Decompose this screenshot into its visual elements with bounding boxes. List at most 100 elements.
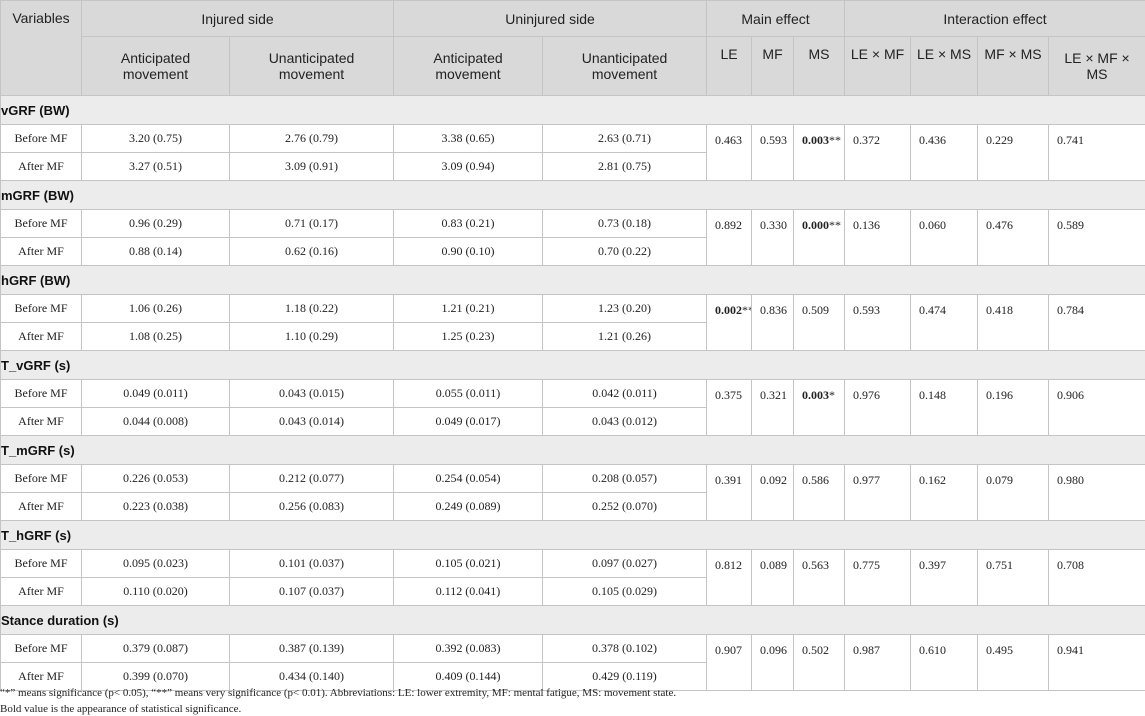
group-title: hGRF (BW) <box>0 265 1145 295</box>
header-injured-side: Injured side <box>80 0 395 37</box>
group-row: T_vGRF (s) <box>0 350 1145 380</box>
subheader-le-x-ms: LE × MS <box>910 36 979 96</box>
table-cell: 3.27 (0.51) <box>81 152 230 181</box>
main-effect-le: 0.463 <box>706 124 753 181</box>
table-cell: 0.223 (0.038) <box>81 492 230 521</box>
condition-label: After MF <box>0 407 82 436</box>
main-effect-ms: 0.509 <box>793 294 846 351</box>
interaction-le-x-mf: 0.987 <box>844 634 912 691</box>
interaction-le-x-mf-x-ms: 0.589 <box>1048 209 1145 266</box>
group-row: vGRF (BW) <box>0 95 1145 125</box>
condition-label: After MF <box>0 152 82 181</box>
condition-label: Before MF <box>0 549 82 578</box>
condition-label: After MF <box>0 237 82 266</box>
interaction-le-x-mf-x-ms: 0.708 <box>1048 549 1145 606</box>
table-cell: 3.09 (0.91) <box>228 152 395 181</box>
interaction-le-x-ms: 0.397 <box>910 549 979 606</box>
subheader-le-x-mf: LE × MF <box>844 36 912 96</box>
table-cell: 3.20 (0.75) <box>81 124 230 153</box>
table-cell: 0.249 (0.089) <box>393 492 544 521</box>
subheader-ms: MS <box>793 36 846 96</box>
condition-label: Before MF <box>0 294 82 323</box>
subheader-uninjured-anticipated: Anticipated movement <box>393 36 544 96</box>
main-effect-ms: 0.003* <box>793 379 846 436</box>
table-cell: 0.387 (0.139) <box>228 634 395 663</box>
main-effect-ms: 0.000** <box>793 209 846 266</box>
table-cell: 0.105 (0.021) <box>393 549 544 578</box>
condition-label: Before MF <box>0 124 82 153</box>
interaction-le-x-mf-x-ms: 0.980 <box>1048 464 1145 521</box>
group-row: T_hGRF (s) <box>0 520 1145 550</box>
significant-value: 0.003 <box>802 388 830 402</box>
table-cell: 0.226 (0.053) <box>81 464 230 493</box>
significance-mark: ** <box>829 133 842 147</box>
table-cell: 0.96 (0.29) <box>81 209 230 238</box>
condition-label: Before MF <box>0 209 82 238</box>
group-title: mGRF (BW) <box>0 180 1145 210</box>
table-cell: 3.09 (0.94) <box>393 152 544 181</box>
table-row: Before MF 0.96 (0.29) 0.71 (0.17) 0.83 (0.2… <box>0 209 1145 266</box>
interaction-le-x-mf: 0.976 <box>844 379 912 436</box>
table-cell: 3.38 (0.65) <box>393 124 544 153</box>
condition-label: Before MF <box>0 379 82 408</box>
interaction-le-x-mf: 0.977 <box>844 464 912 521</box>
condition-label: After MF <box>0 322 82 351</box>
table-cell: 0.73 (0.18) <box>542 209 708 238</box>
interaction-mf-x-ms: 0.229 <box>977 124 1050 181</box>
table-cell: 2.81 (0.75) <box>542 152 708 181</box>
table-cell: 0.252 (0.070) <box>542 492 708 521</box>
main-effect-le: 0.812 <box>706 549 753 606</box>
main-effect-le: 0.002** <box>706 294 753 351</box>
significance-mark: ** <box>742 303 751 317</box>
group-row: hGRF (BW) <box>0 265 1145 295</box>
main-effect-mf: 0.092 <box>751 464 795 521</box>
group-title: vGRF (BW) <box>0 95 1145 125</box>
significant-value: 0.003 <box>802 133 830 147</box>
table-cell: 1.10 (0.29) <box>228 322 395 351</box>
main-effect-ms: 0.586 <box>793 464 846 521</box>
main-effect-le: 0.892 <box>706 209 753 266</box>
subheader-mf-x-ms: MF × MS <box>977 36 1050 96</box>
interaction-le-x-mf-x-ms: 0.784 <box>1048 294 1145 351</box>
table-cell: 0.208 (0.057) <box>542 464 708 493</box>
table-row: Before MF 0.049 (0.011) 0.043 (0.015) 0.055… <box>0 379 1145 436</box>
group-title: Stance duration (s) <box>0 605 1145 635</box>
subheader-uninjured-unanticipated: Unanticipated movement <box>542 36 708 96</box>
table-cell: 0.392 (0.083) <box>393 634 544 663</box>
condition-label: After MF <box>0 492 82 521</box>
table-cell: 1.25 (0.23) <box>393 322 544 351</box>
subheader-mf: MF <box>751 36 795 96</box>
condition-label: After MF <box>0 577 82 606</box>
condition-label: Before MF <box>0 634 82 663</box>
table-cell: 0.105 (0.029) <box>542 577 708 606</box>
significance-mark: * <box>829 388 836 402</box>
table-cell: 1.06 (0.26) <box>81 294 230 323</box>
group-title: T_hGRF (s) <box>0 520 1145 550</box>
interaction-mf-x-ms: 0.418 <box>977 294 1050 351</box>
group-row: mGRF (BW) <box>0 180 1145 210</box>
footnote-bold: Bold value is the appearance of statisti… <box>0 703 242 715</box>
interaction-mf-x-ms: 0.751 <box>977 549 1050 606</box>
table-cell: 1.08 (0.25) <box>81 322 230 351</box>
main-effect-mf: 0.330 <box>751 209 795 266</box>
interaction-le-x-ms: 0.474 <box>910 294 979 351</box>
subheader-injured-anticipated: Anticipated movement <box>81 36 230 96</box>
table-cell: 0.049 (0.017) <box>393 407 544 436</box>
group-title: T_mGRF (s) <box>0 435 1145 465</box>
table-cell: 2.63 (0.71) <box>542 124 708 153</box>
interaction-le-x-ms: 0.162 <box>910 464 979 521</box>
significant-value: 0.002 <box>715 303 743 317</box>
table-cell: 0.043 (0.012) <box>542 407 708 436</box>
interaction-le-x-mf-x-ms: 0.906 <box>1048 379 1145 436</box>
main-effect-le: 0.375 <box>706 379 753 436</box>
table-cell: 2.76 (0.79) <box>228 124 395 153</box>
interaction-mf-x-ms: 0.079 <box>977 464 1050 521</box>
main-effect-mf: 0.096 <box>751 634 795 691</box>
condition-label: Before MF <box>0 464 82 493</box>
table-cell: 0.378 (0.102) <box>542 634 708 663</box>
table-row: Before MF 0.379 (0.087) 0.387 (0.139) 0.392… <box>0 634 1145 691</box>
interaction-le-x-mf-x-ms: 0.741 <box>1048 124 1145 181</box>
table-cell: 0.043 (0.015) <box>228 379 395 408</box>
interaction-le-x-mf: 0.775 <box>844 549 912 606</box>
subheader-le-x-mf-x-ms: LE × MF × MS <box>1048 36 1145 96</box>
